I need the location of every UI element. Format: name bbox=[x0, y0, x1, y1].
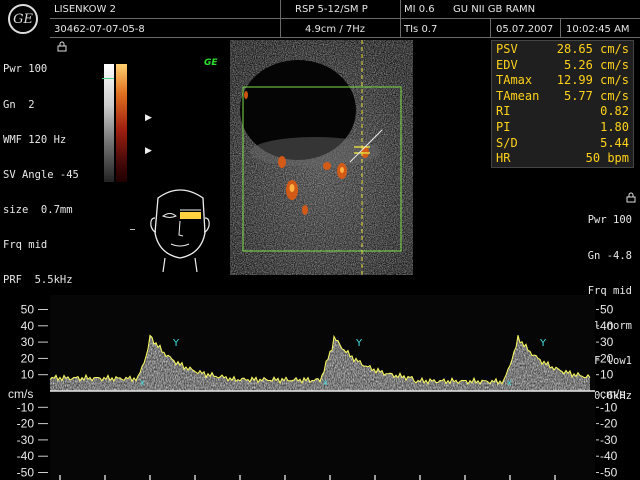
scale-tick-label: 20 bbox=[600, 351, 614, 365]
measurement-row: PSV 28.65 cm/s bbox=[496, 42, 629, 58]
param-wmf: WMF 120 Hz bbox=[3, 133, 67, 146]
scale-tick-label: -40 bbox=[17, 449, 35, 463]
measurement-value: 28.65 cm/s bbox=[556, 42, 629, 56]
measurement-value: 0.82 bbox=[600, 104, 629, 119]
measurement-value: 5.44 bbox=[600, 135, 629, 150]
peak-marker-icon: Y bbox=[539, 338, 547, 349]
depth-marker-icon: ▶ bbox=[145, 113, 152, 123]
measurement-label: S/D bbox=[496, 135, 518, 150]
scale-tick-label: -30 bbox=[600, 433, 618, 447]
param-sv-angle: SV Angle -45 bbox=[3, 168, 79, 181]
measurement-value: 50 bpm bbox=[585, 151, 629, 166]
measurement-value: 5.77 cm/s bbox=[563, 88, 629, 103]
measurement-row: TAmean 5.77 cm/s bbox=[496, 89, 629, 105]
measurement-row: EDV 5.26 cm/s bbox=[496, 58, 629, 74]
scale-tick-label: -40 bbox=[600, 449, 618, 463]
lock-icon bbox=[57, 41, 67, 52]
patient-id: 30462-07-07-05-8 bbox=[54, 24, 145, 35]
header-divider-top bbox=[50, 18, 640, 19]
scale-tick-label: 20 bbox=[21, 351, 35, 365]
ultrasound-image bbox=[230, 40, 413, 275]
ed-marker-icon: x bbox=[323, 378, 328, 387]
ge-logo: GE bbox=[8, 4, 38, 34]
baseline-marker bbox=[102, 78, 114, 79]
ed-marker-icon: x bbox=[140, 378, 145, 387]
peak-marker-icon: Y bbox=[172, 338, 180, 349]
tis-value: TIs 0.7 bbox=[404, 24, 438, 35]
scale-tick-label: 30 bbox=[21, 335, 35, 349]
measurement-label: EDV bbox=[496, 57, 518, 72]
measurement-value: 12.99 cm/s bbox=[556, 73, 629, 88]
scale-tick-label: 40 bbox=[600, 319, 614, 333]
param-gain: Gn -4.8 bbox=[587, 249, 632, 262]
grayscale-bar bbox=[104, 64, 114, 182]
scale-tick-label: -50 bbox=[17, 466, 35, 480]
scale-tick-label: -20 bbox=[600, 417, 618, 431]
measurement-label: TAmax bbox=[496, 73, 533, 88]
header-separator bbox=[400, 0, 401, 38]
patient-name: LISENKOW 2 bbox=[54, 4, 116, 15]
param-prf: PRF 5.5kHz bbox=[3, 274, 73, 287]
peak-marker-icon: Y bbox=[355, 338, 363, 349]
scale-tick-label: -50 bbox=[600, 466, 618, 480]
scale-tick-label: -10 bbox=[17, 400, 35, 414]
header-separator bbox=[560, 19, 561, 38]
ge-mark: GE bbox=[204, 58, 218, 68]
scale-tick-label: -10 bbox=[600, 400, 618, 414]
measurement-value: 1.80 bbox=[600, 119, 629, 134]
scale-unit-label: cm/s bbox=[8, 387, 33, 401]
header-separator bbox=[280, 0, 281, 38]
velocity-scale-right: 50 40 30 20 10 -10 -20 -30 -40 -50 cm/s bbox=[596, 303, 625, 480]
ed-marker-icon: x bbox=[507, 378, 512, 387]
measurement-label: PI bbox=[496, 119, 511, 134]
scale-tick-label: 10 bbox=[600, 368, 614, 382]
scale-tick-label: 30 bbox=[600, 335, 614, 349]
header-divider-bottom bbox=[50, 37, 640, 38]
mi-value: MI 0.6 bbox=[404, 4, 435, 15]
probe-label: RSP 5-12/SM P bbox=[295, 4, 368, 15]
param-gain: Gn 2 bbox=[3, 98, 35, 111]
velocity-scale-left: 50 40 30 20 10 -10 -20 -30 -40 -50 cm/s bbox=[8, 303, 48, 480]
measurement-row: S/D 5.44 bbox=[496, 136, 629, 152]
measurement-row: PI 1.80 bbox=[496, 120, 629, 136]
scale-tick-label: 10 bbox=[21, 368, 35, 382]
param-power: Pwr 100 bbox=[587, 214, 632, 227]
measurement-label: HR bbox=[496, 151, 511, 166]
depth-marker-icon: ▶ bbox=[145, 146, 152, 156]
measurement-panel: PSV 28.65 cm/s EDV 5.26 cm/s TAmax 12.99 cm/s… bbox=[491, 40, 634, 168]
exam-date: 05.07.2007 bbox=[496, 24, 554, 35]
scale-tick-label: 50 bbox=[600, 303, 614, 317]
measurement-row: RI 0.82 bbox=[496, 104, 629, 120]
param-power: Pwr 100 bbox=[3, 63, 48, 76]
scale-unit-label: cm/s bbox=[600, 387, 625, 401]
header-separator bbox=[490, 19, 491, 38]
color-velocity-bar bbox=[116, 64, 127, 182]
face-bodymark-icon bbox=[150, 189, 210, 273]
lock-icon bbox=[626, 192, 636, 203]
tick-marker bbox=[130, 229, 135, 230]
exam-time: 10:02:45 AM bbox=[566, 24, 630, 35]
measurement-row: TAmax 12.99 cm/s bbox=[496, 73, 629, 89]
institution: GU NII GB RAMN bbox=[453, 4, 536, 15]
scale-tick-label: -20 bbox=[17, 417, 35, 431]
measurement-label: RI bbox=[496, 104, 511, 119]
param-frequency: Frq mid bbox=[3, 238, 48, 251]
param-sv-size: size 0.7mm bbox=[3, 203, 73, 216]
color-params: Pwr 100 Gn 2 WMF 120 Hz SV Angle -45 siz… bbox=[3, 41, 79, 298]
measurement-row: HR 50 bpm bbox=[496, 151, 629, 167]
doppler-spectrum: 50 40 30 20 10 -10 -20 -30 -40 -50 cm/s 50 40 30 20 10… bbox=[8, 295, 625, 480]
depth-frequency: 4.9cm / 7Hz bbox=[305, 24, 365, 35]
measurement-label: PSV bbox=[496, 42, 518, 56]
measurement-label: TAmean bbox=[496, 88, 540, 103]
measurement-value: 5.26 cm/s bbox=[563, 57, 629, 72]
scale-tick-label: -30 bbox=[17, 433, 35, 447]
scale-tick-label: 40 bbox=[21, 319, 35, 333]
scale-tick-label: 50 bbox=[21, 303, 35, 317]
